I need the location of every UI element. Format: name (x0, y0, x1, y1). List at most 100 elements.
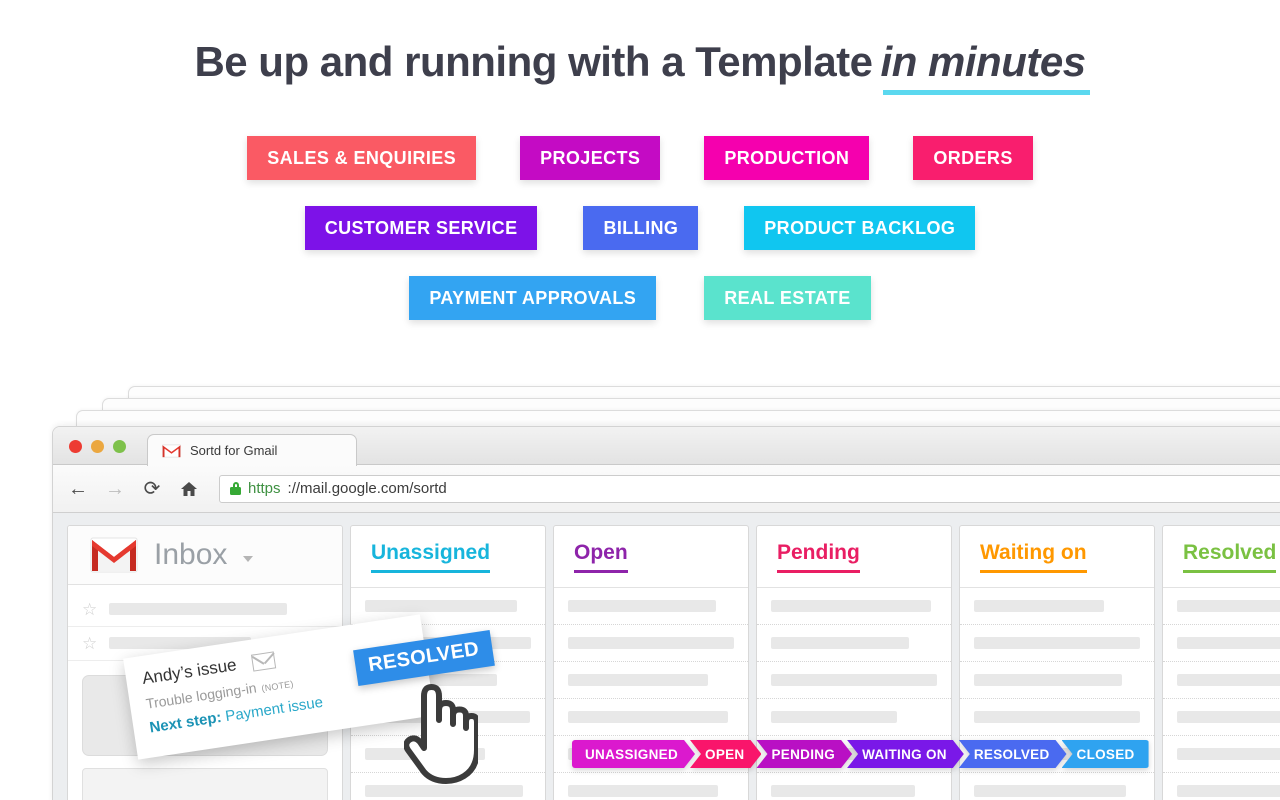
kanban-card[interactable] (1163, 773, 1280, 800)
page-title-emphasis: in minutes (881, 38, 1090, 95)
kanban-card-placeholder (1177, 711, 1280, 723)
kanban-column-title[interactable]: Open (574, 541, 628, 573)
kanban-card-placeholder (568, 711, 728, 723)
template-tag-projects[interactable]: PROJECTS (520, 136, 661, 180)
kanban-card[interactable] (960, 773, 1154, 800)
template-tag-billing[interactable]: BILLING (583, 206, 699, 250)
url-scheme: https (248, 480, 281, 497)
browser-tab-title: Sortd for Gmail (190, 443, 278, 458)
kanban-card[interactable] (960, 625, 1154, 662)
page-root: Be up and running with a Template in minu… (0, 0, 1280, 800)
kanban-card[interactable] (960, 662, 1154, 699)
kanban-card[interactable] (554, 662, 748, 699)
kanban-card[interactable] (757, 773, 951, 800)
status-step-resolved[interactable]: RESOLVED (959, 740, 1067, 768)
kanban-card[interactable] (960, 588, 1154, 625)
star-icon[interactable]: ☆ (82, 635, 97, 652)
template-tag-row-2: CUSTOMER SERVICE BILLING PRODUCT BACKLOG (0, 206, 1280, 250)
template-tag-real-estate[interactable]: REAL ESTATE (704, 276, 871, 320)
gmail-logo-icon (90, 537, 138, 573)
kanban-column-title[interactable]: Pending (777, 541, 860, 573)
template-tag-production[interactable]: PRODUCTION (704, 136, 870, 180)
status-step-pending[interactable]: PENDING (756, 740, 852, 768)
kanban-card[interactable] (554, 625, 748, 662)
template-tag-customer-service[interactable]: CUSTOMER SERVICE (304, 206, 538, 250)
kanban-card-placeholder (568, 674, 708, 686)
list-item[interactable]: ☆ (68, 593, 342, 627)
kanban-card-placeholder (974, 711, 1140, 723)
kanban-card[interactable] (1163, 662, 1280, 699)
kanban-column-header: Resolved (1163, 526, 1280, 588)
page-title: Be up and running with a Template in minu… (0, 38, 1280, 95)
kanban-column-header: Unassigned (351, 526, 545, 588)
template-tag-product-backlog[interactable]: PRODUCT BACKLOG (744, 206, 976, 250)
template-tag-list: SALES & ENQUIRIES PROJECTS PRODUCTION ORDER… (0, 136, 1280, 346)
reload-button[interactable]: ⟳ (141, 478, 163, 500)
close-window-button[interactable] (69, 440, 82, 453)
home-button[interactable] (178, 478, 200, 500)
gmail-preview-panel-secondary[interactable] (82, 768, 328, 800)
kanban-column-header: Waiting on (960, 526, 1154, 588)
template-tag-payment-approvals[interactable]: PAYMENT APPROVALS (409, 276, 657, 320)
kanban-card[interactable] (960, 699, 1154, 736)
url-path: ://mail.google.com/sortd (287, 480, 447, 497)
kanban-column-title[interactable]: Waiting on (980, 541, 1087, 573)
kanban-card[interactable] (757, 662, 951, 699)
kanban-card-placeholder (1177, 748, 1280, 760)
kanban-column-resolved: Resolved (1162, 525, 1280, 800)
kanban-card-placeholder (771, 600, 931, 612)
status-step-closed[interactable]: CLOSED (1061, 740, 1149, 768)
kanban-card[interactable] (757, 699, 951, 736)
template-tag-row-1: SALES & ENQUIRIES PROJECTS PRODUCTION ORDER… (0, 136, 1280, 180)
kanban-card-placeholder (1177, 600, 1280, 612)
kanban-card[interactable] (1163, 736, 1280, 773)
kanban-card[interactable] (554, 588, 748, 625)
kanban-column-header: Open (554, 526, 748, 588)
kanban-card[interactable] (757, 625, 951, 662)
kanban-card[interactable] (757, 588, 951, 625)
star-icon[interactable]: ☆ (82, 601, 97, 618)
kanban-card-placeholder (771, 637, 909, 649)
kanban-card[interactable] (1163, 625, 1280, 662)
kanban-column-title[interactable]: Resolved (1183, 541, 1277, 573)
kanban-card[interactable] (1163, 699, 1280, 736)
forward-button[interactable]: → (104, 478, 126, 500)
template-tag-orders[interactable]: ORDERS (913, 136, 1033, 180)
kanban-card-placeholder (974, 785, 1126, 797)
kanban-card-placeholder (771, 674, 937, 686)
kanban-card-placeholder (974, 600, 1104, 612)
kanban-card[interactable] (1163, 588, 1280, 625)
back-button[interactable]: ← (67, 478, 89, 500)
lock-icon (230, 482, 241, 495)
kanban-card-placeholder (568, 785, 718, 797)
browser-toolbar: ← → ⟳ https ://mail.google.com/sortd (53, 465, 1280, 513)
kanban-card-placeholder (1177, 637, 1280, 649)
kanban-card-placeholder (365, 600, 517, 612)
kanban-card[interactable] (554, 773, 748, 800)
gmail-inbox-header: Inbox (68, 526, 342, 585)
chevron-down-icon[interactable] (243, 555, 254, 562)
browser-titlebar: Sortd for Gmail (53, 427, 1280, 466)
kanban-card-placeholder (1177, 674, 1280, 686)
kanban-card-placeholder (974, 674, 1122, 686)
status-workflow-bar: UNASSIGNED OPEN PENDING WAITING ON RESOLVED C… (572, 740, 1149, 768)
minimize-window-button[interactable] (91, 440, 104, 453)
status-step-open[interactable]: OPEN (690, 740, 761, 768)
browser-tab[interactable]: Sortd for Gmail (147, 434, 357, 466)
kanban-card-placeholder (1177, 785, 1280, 797)
kanban-card-placeholder (974, 637, 1140, 649)
page-title-main: Be up and running with a Template (194, 38, 873, 85)
home-icon (181, 481, 197, 496)
address-bar[interactable]: https ://mail.google.com/sortd (219, 474, 1280, 503)
card-note-tag: (NOTE) (260, 678, 295, 694)
kanban-card-placeholder (771, 711, 897, 723)
window-controls (69, 440, 126, 453)
gmail-icon (162, 444, 181, 457)
card-next-step-value: Payment issue (224, 693, 325, 726)
template-tag-sales-enquiries[interactable]: SALES & ENQUIRIES (247, 136, 477, 180)
kanban-column-title[interactable]: Unassigned (371, 541, 491, 573)
maximize-window-button[interactable] (113, 440, 126, 453)
kanban-card[interactable] (554, 699, 748, 736)
status-step-unassigned[interactable]: UNASSIGNED (572, 740, 695, 768)
status-step-waiting-on[interactable]: WAITING ON (847, 740, 964, 768)
